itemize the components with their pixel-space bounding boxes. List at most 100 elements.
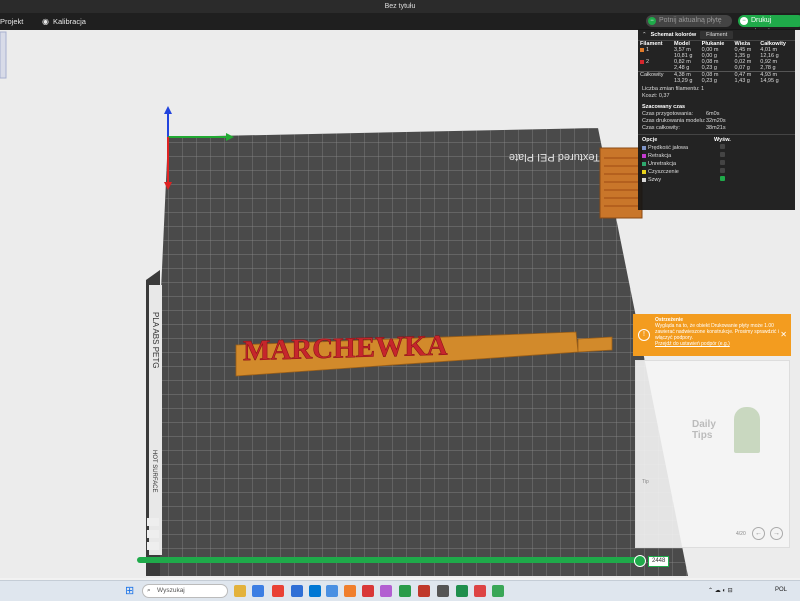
plate-side-label-2: HOT SURFACE xyxy=(151,450,157,493)
taskbar-search[interactable]: ⌕ Wyszukaj xyxy=(142,584,228,598)
option-row[interactable]: Prędkość jałowa xyxy=(638,144,795,152)
option-label: Czyszczenie xyxy=(648,169,679,175)
window-titlebar: Bez tytułu xyxy=(0,0,800,13)
warning-link[interactable]: Przejdź do ustawień podpór (e.g.) xyxy=(655,341,781,347)
total-label: Całkowity xyxy=(640,72,664,78)
cell-model: 3,57 m 10,81 g xyxy=(674,47,693,59)
total-time-value: 38m21s xyxy=(706,125,726,131)
model-text[interactable]: MARCHEWKA xyxy=(243,329,448,368)
cell-model: 0,82 m 2,48 g xyxy=(674,59,691,71)
cost-label: Koszt: xyxy=(642,93,658,99)
cell-tower: 0,02 m 0,07 g xyxy=(734,59,752,71)
model-time: Czas drukowania modelu: 32m20s xyxy=(638,118,795,125)
color-scheme-value: Filament xyxy=(706,31,728,38)
tips-illustration xyxy=(734,407,760,453)
side-icon-1[interactable] xyxy=(147,518,159,526)
layer-slider-value: 2448 xyxy=(648,556,670,567)
app-icon-chrome[interactable] xyxy=(272,585,284,597)
menu-calibration[interactable]: ◉ Kalibracja xyxy=(42,13,86,30)
app-icon-9[interactable] xyxy=(456,585,468,597)
slice-plate-label: Potnij aktualną płytę xyxy=(659,17,722,24)
menu-project-label: Projekt xyxy=(0,17,24,26)
total-total: 4,93 m 14,95 g xyxy=(760,72,779,84)
option-row[interactable]: Czyszczenie xyxy=(638,168,795,176)
warning-body: Wygląda na to, że obiekt Drukowanie płyt… xyxy=(655,323,779,341)
app-icon-bambu[interactable] xyxy=(399,585,411,597)
app-icon-10[interactable] xyxy=(474,585,486,597)
cell-flush: 0,08 m 0,23 g xyxy=(701,59,719,71)
option-checkbox[interactable] xyxy=(720,160,725,165)
slice-icon: − xyxy=(648,17,656,25)
tips-title: Daily Tips xyxy=(692,419,716,441)
plate-label: Textured PEI Plate xyxy=(509,151,600,163)
cell-total: 0,92 m 2,78 g xyxy=(760,59,778,71)
option-color-swatch xyxy=(642,145,646,150)
total-time-label: Czas całkowity: xyxy=(642,125,680,131)
option-checkbox[interactable] xyxy=(720,144,725,149)
prev-tip-button[interactable]: ← xyxy=(752,527,765,540)
language-indicator[interactable]: POL xyxy=(775,587,787,593)
filament-changes-label: Liczba zmian filamentu: xyxy=(642,86,700,92)
search-icon: ⌕ xyxy=(147,587,151,594)
search-placeholder: Wyszukaj xyxy=(157,587,185,594)
daily-tips-panel: Daily Tips Tip 4/20 ← → xyxy=(635,360,790,548)
slice-stats-panel: ⌃ Schemat kolorów Filament Filament Mode… xyxy=(638,29,795,210)
model-tab xyxy=(577,336,613,353)
color-scheme-label: Schemat kolorów xyxy=(650,31,697,38)
slice-plate-button[interactable]: − Potnij aktualną płytę xyxy=(646,15,732,27)
filament-color-swatch xyxy=(640,47,644,52)
app-icon-explorer[interactable] xyxy=(234,585,246,597)
app-icon-edge[interactable] xyxy=(309,585,321,597)
warning-icon: ! xyxy=(638,329,650,341)
option-color-swatch xyxy=(642,161,646,166)
left-toolbar-tab[interactable] xyxy=(0,31,7,79)
filament-changes-value: 1 xyxy=(701,86,705,92)
cell-total: 4,01 m 12,16 g xyxy=(760,47,779,59)
option-checkbox[interactable] xyxy=(720,168,725,173)
app-icon-7[interactable] xyxy=(418,585,430,597)
layer-slider[interactable] xyxy=(137,555,646,567)
option-row[interactable]: Szwy xyxy=(638,176,795,184)
total-model: 4,38 m 13,29 g xyxy=(674,72,693,84)
option-label: Unretrakcja xyxy=(648,161,677,167)
option-row[interactable]: Retrakcja xyxy=(638,152,795,160)
app-icon-3[interactable] xyxy=(326,585,338,597)
menu-project[interactable]: Projekt xyxy=(0,13,23,30)
option-checkbox[interactable] xyxy=(720,152,725,157)
filament-color-swatch xyxy=(640,59,644,64)
start-button[interactable]: ⊞ xyxy=(125,585,137,597)
cost: Koszt: 0,37 xyxy=(638,93,795,100)
next-tip-button[interactable]: → xyxy=(770,527,783,540)
axis-z-arrow xyxy=(164,106,172,114)
close-icon[interactable]: ✕ xyxy=(780,330,787,339)
print-plate-button[interactable]: −Drukuj aktualną xyxy=(738,15,800,36)
tips-page: 4/20 xyxy=(736,531,746,537)
table-row: 1 3,57 m 10,81 g 0,00 m 0,00 g 0,45 m 1,… xyxy=(638,47,795,59)
app-icon-11[interactable] xyxy=(492,585,504,597)
warning-text: Ostrzeżenie Wygląda na to, że obiekt Dru… xyxy=(655,317,781,347)
option-color-swatch xyxy=(642,177,646,182)
option-row[interactable]: Unretrakcja xyxy=(638,160,795,168)
warning-notification: ! Ostrzeżenie Wygląda na to, że obiekt D… xyxy=(633,314,791,356)
total-time: Czas całkowity: 38m21s xyxy=(638,125,795,132)
total-tower: 0,47 m 1,43 g xyxy=(734,72,752,84)
tips-hint: Tip xyxy=(642,479,649,485)
option-label: Retrakcja xyxy=(648,153,672,159)
option-label: Szwy xyxy=(648,177,662,183)
side-icon-2[interactable] xyxy=(147,530,159,538)
layer-slider-handle[interactable] xyxy=(634,555,646,567)
app-icon-2[interactable] xyxy=(291,585,303,597)
tray-icons[interactable]: ⌃ ☁ ◐ ⊟ xyxy=(708,587,733,594)
collapse-icon[interactable]: ⌃ xyxy=(642,32,647,38)
side-icon-3[interactable] xyxy=(147,542,159,550)
total-flush: 0,08 m 0,23 g xyxy=(701,72,719,84)
option-checkbox[interactable] xyxy=(720,176,725,181)
option-color-swatch xyxy=(642,169,646,174)
app-icon-6[interactable] xyxy=(380,585,392,597)
app-icon-8[interactable] xyxy=(437,585,449,597)
color-scheme-select[interactable]: Filament xyxy=(700,30,734,39)
app-icon-5[interactable] xyxy=(362,585,374,597)
app-icon-1[interactable] xyxy=(252,585,264,597)
display-header-label: Wyśw. xyxy=(714,137,731,143)
app-icon-4[interactable] xyxy=(344,585,356,597)
